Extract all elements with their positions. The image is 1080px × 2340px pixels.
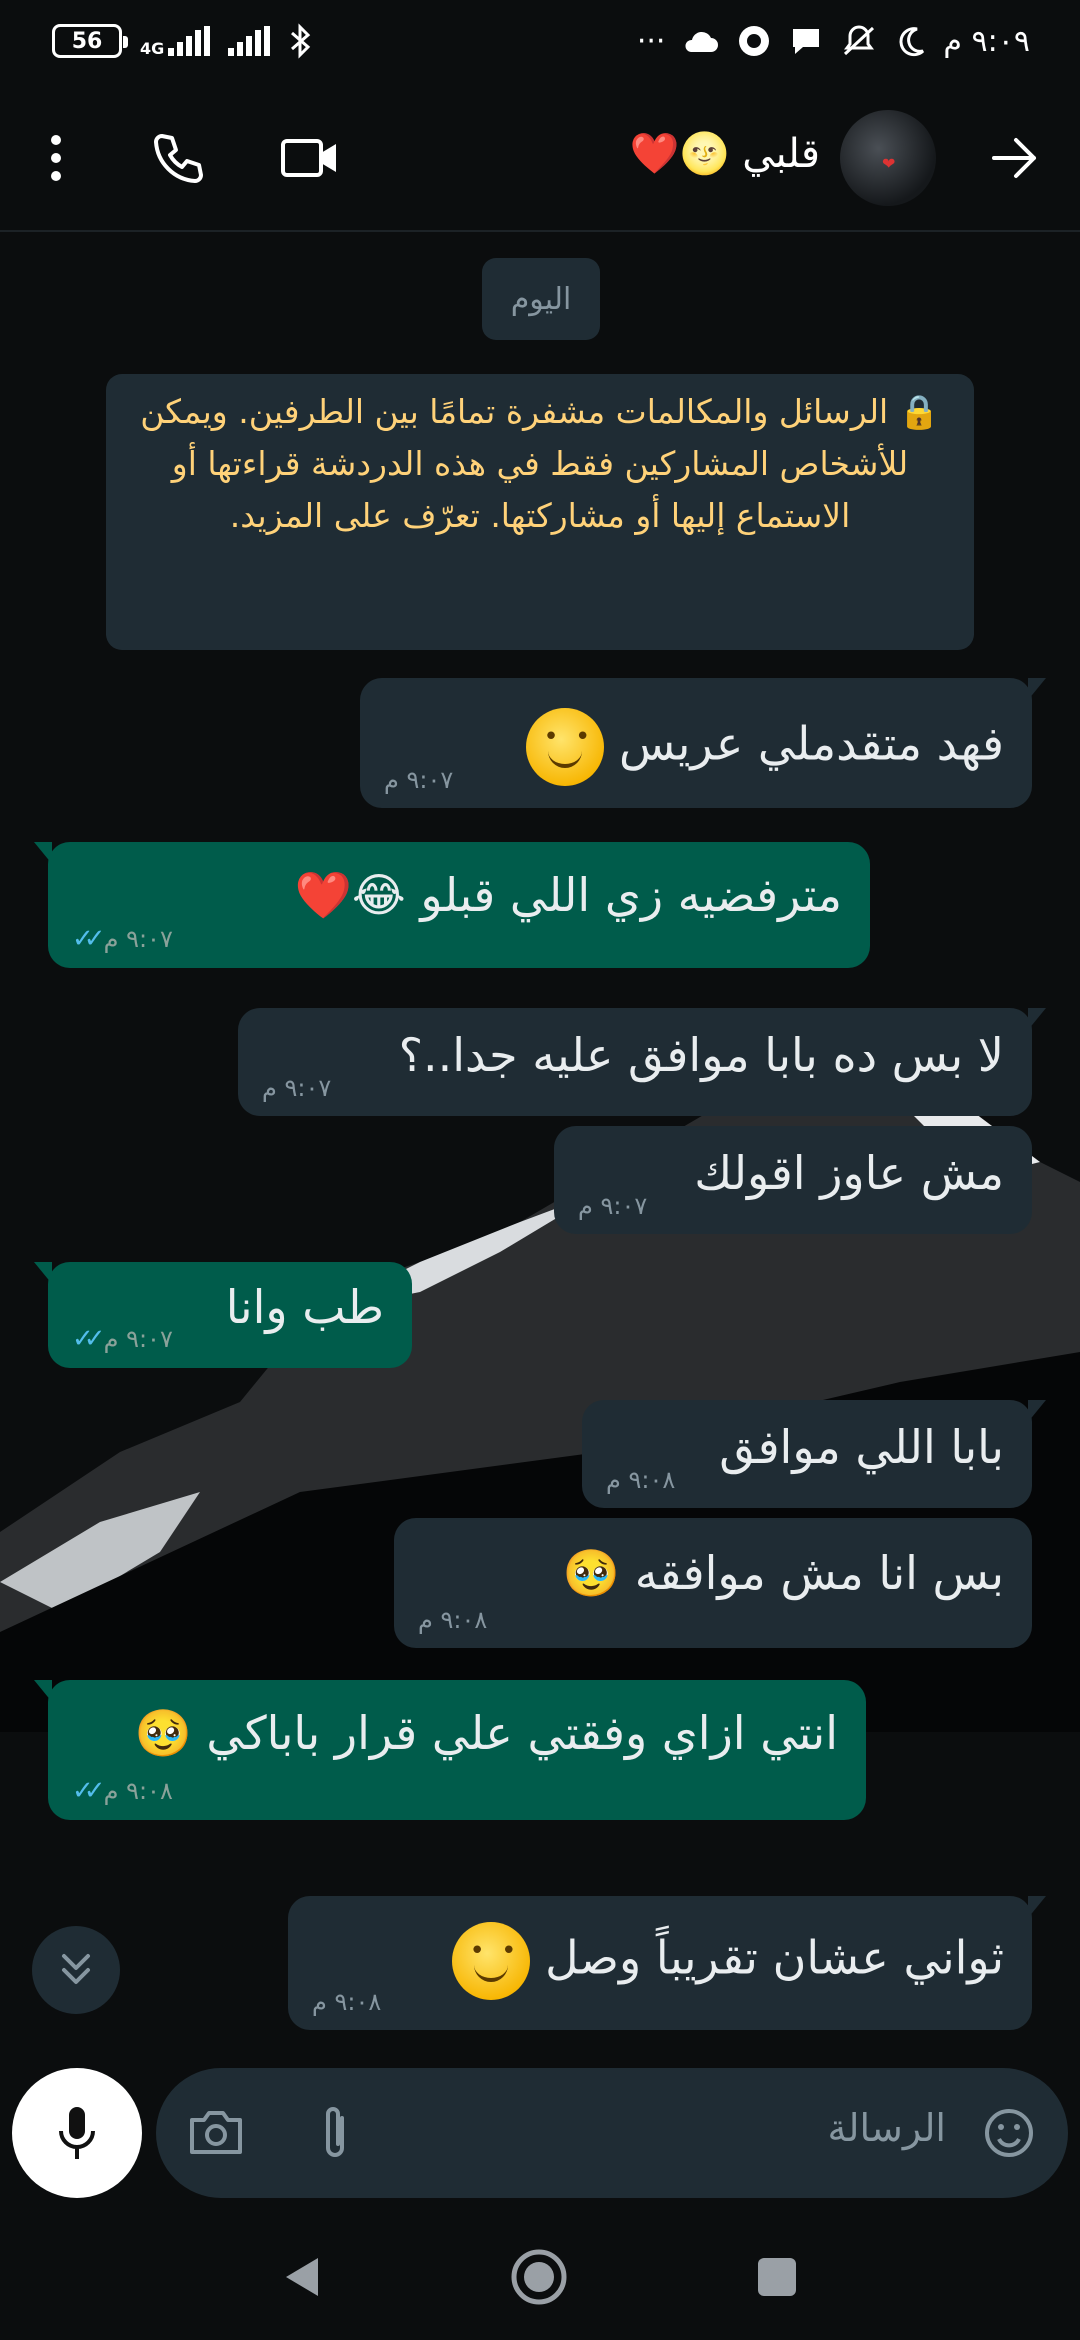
- message-time: ٩:٠٧ م: [103, 925, 173, 953]
- message-bubble[interactable]: بابا اللي موافق ٩:٠٨ م: [582, 1400, 1046, 1508]
- nav-recents-icon[interactable]: [756, 2256, 798, 2298]
- chat-area[interactable]: اليوم 🔒 الرسائل والمكالمات مشفرة تمامًا …: [0, 232, 1080, 2052]
- message-text: انتي ازاي وفقتي علي قرار باباكي 🥹: [134, 1706, 838, 1760]
- avatar[interactable]: [840, 110, 936, 206]
- moon-icon: [899, 27, 925, 57]
- chat-icon: [793, 29, 820, 54]
- message-bubble[interactable]: بس انا مش موافقه 🥹 ٩:٠٨ م: [394, 1518, 1032, 1648]
- status-left: 56 4G: [52, 23, 312, 59]
- system-nav-bar: [0, 2220, 1080, 2340]
- message-text: بس انا مش موافقه 🥹: [562, 1546, 1004, 1600]
- message-time: ٩:٠٨ م: [312, 1988, 382, 2016]
- message-time: ٩:٠٨ م: [103, 1777, 173, 1805]
- nav-back-icon[interactable]: [282, 2254, 322, 2300]
- read-ticks-icon: ✓✓: [72, 924, 105, 954]
- message-meta: ٩:٠٧ م: [384, 766, 453, 794]
- chat-header: قلبي 🌝❤️: [0, 82, 1080, 232]
- message-meta: ✓✓ ٩:٠٧ م: [72, 924, 173, 954]
- encryption-notice[interactable]: 🔒 الرسائل والمكالمات مشفرة تمامًا بين ال…: [106, 374, 974, 650]
- battery-level: 56: [71, 28, 103, 54]
- signal-icon-2: [228, 26, 271, 56]
- message-input[interactable]: الرسالة: [828, 2106, 946, 2150]
- message-text: لا بس ده بابا موافق عليه جدا..؟: [398, 1028, 1004, 1082]
- sticker-icon[interactable]: [978, 2102, 1040, 2164]
- read-ticks-icon: ✓✓: [72, 1324, 105, 1354]
- chevron-double-down-icon: [62, 1954, 90, 1984]
- message-time: ٩:٠٨ م: [606, 1466, 676, 1494]
- message-meta: ٩:٠٧ م: [262, 1074, 331, 1102]
- message-meta: ٩:٠٨ م: [312, 1988, 381, 2016]
- scroll-down-button[interactable]: [32, 1926, 120, 2014]
- attach-icon[interactable]: [310, 2100, 360, 2166]
- back-arrow-icon[interactable]: [982, 126, 1046, 190]
- video-call-icon[interactable]: [278, 126, 342, 190]
- message-meta: ✓✓ ٩:٠٧ م: [72, 1324, 173, 1354]
- status-right: ··· ٩:٠٩ م: [637, 24, 1030, 59]
- message-input-bar[interactable]: الرسالة: [156, 2068, 1068, 2198]
- battery-icon: 56: [52, 24, 128, 58]
- message-bubble[interactable]: لا بس ده بابا موافق عليه جدا..؟ ٩:٠٧ م: [238, 1008, 1046, 1116]
- mute-icon: [844, 25, 875, 56]
- message-meta: ٩:٠٨ م: [606, 1466, 675, 1494]
- camera-icon[interactable]: [186, 2104, 246, 2160]
- message-bubble[interactable]: طب وانا ✓✓ ٩:٠٧ م: [34, 1262, 412, 1368]
- message-bubble[interactable]: انتي ازاي وفقتي علي قرار باباكي 🥹 ✓✓ ٩:٠٨…: [34, 1680, 866, 1820]
- menu-dots-icon[interactable]: [26, 126, 86, 190]
- message-time: ٩:٠٧ م: [262, 1074, 332, 1102]
- mic-button[interactable]: [12, 2068, 142, 2198]
- message-meta: ٩:٠٨ م: [418, 1606, 487, 1634]
- bluetooth-icon: [291, 23, 311, 59]
- message-text: طب وانا: [225, 1280, 384, 1334]
- message-bubble[interactable]: ثواني عشان تقريباً وصل ٩:٠٨ م: [288, 1896, 1046, 2030]
- message-bubble[interactable]: مترفضيه زي اللي قبلو 😂❤️ ✓✓ ٩:٠٧ م: [34, 842, 870, 968]
- smile-emoji-icon: [452, 1922, 531, 2000]
- mic-icon: [59, 2107, 95, 2159]
- notification-icon: [739, 26, 770, 56]
- smile-emoji-icon: [526, 708, 605, 786]
- message-text: مترفضيه زي اللي قبلو 😂❤️: [294, 868, 842, 922]
- message-text: بابا اللي موافق: [719, 1420, 1004, 1474]
- voice-call-icon[interactable]: [146, 126, 210, 190]
- more-dots-icon: ···: [636, 23, 666, 59]
- message-time: ٩:٠٧ م: [578, 1192, 648, 1220]
- message-meta: ✓✓ ٩:٠٨ م: [72, 1776, 173, 1806]
- message-time: ٩:٠٨ م: [418, 1606, 488, 1634]
- status-time: ٩:٠٩ م: [943, 23, 1030, 59]
- message-text: مش عاوز اقولك: [694, 1146, 1004, 1200]
- network-type: 4G: [140, 39, 165, 58]
- contact-name[interactable]: قلبي 🌝❤️: [600, 130, 820, 177]
- message-time: ٩:٠٧ م: [384, 766, 454, 794]
- message-text-body: فهد متقدملي عريس: [618, 716, 1004, 771]
- message-text: فهد متقدملي عريس: [526, 708, 1004, 786]
- nav-home-icon[interactable]: [510, 2248, 568, 2306]
- read-ticks-icon: ✓✓: [72, 1776, 105, 1806]
- cloud-icon: [685, 31, 719, 52]
- signal-icon: [168, 26, 211, 56]
- status-bar: 56 4G ··· ٩:٠٩ م: [0, 0, 1080, 82]
- message-text-body: ثواني عشان تقريباً وصل: [545, 1930, 1004, 1985]
- message-bubble[interactable]: فهد متقدملي عريس ٩:٠٧ م: [360, 678, 1046, 808]
- message-bubble[interactable]: مش عاوز اقولك ٩:٠٧ م: [554, 1126, 1032, 1234]
- date-chip: اليوم: [482, 258, 600, 340]
- message-text: ثواني عشان تقريباً وصل: [452, 1922, 1004, 2000]
- message-meta: ٩:٠٧ م: [578, 1192, 647, 1220]
- message-time: ٩:٠٧ م: [103, 1325, 173, 1353]
